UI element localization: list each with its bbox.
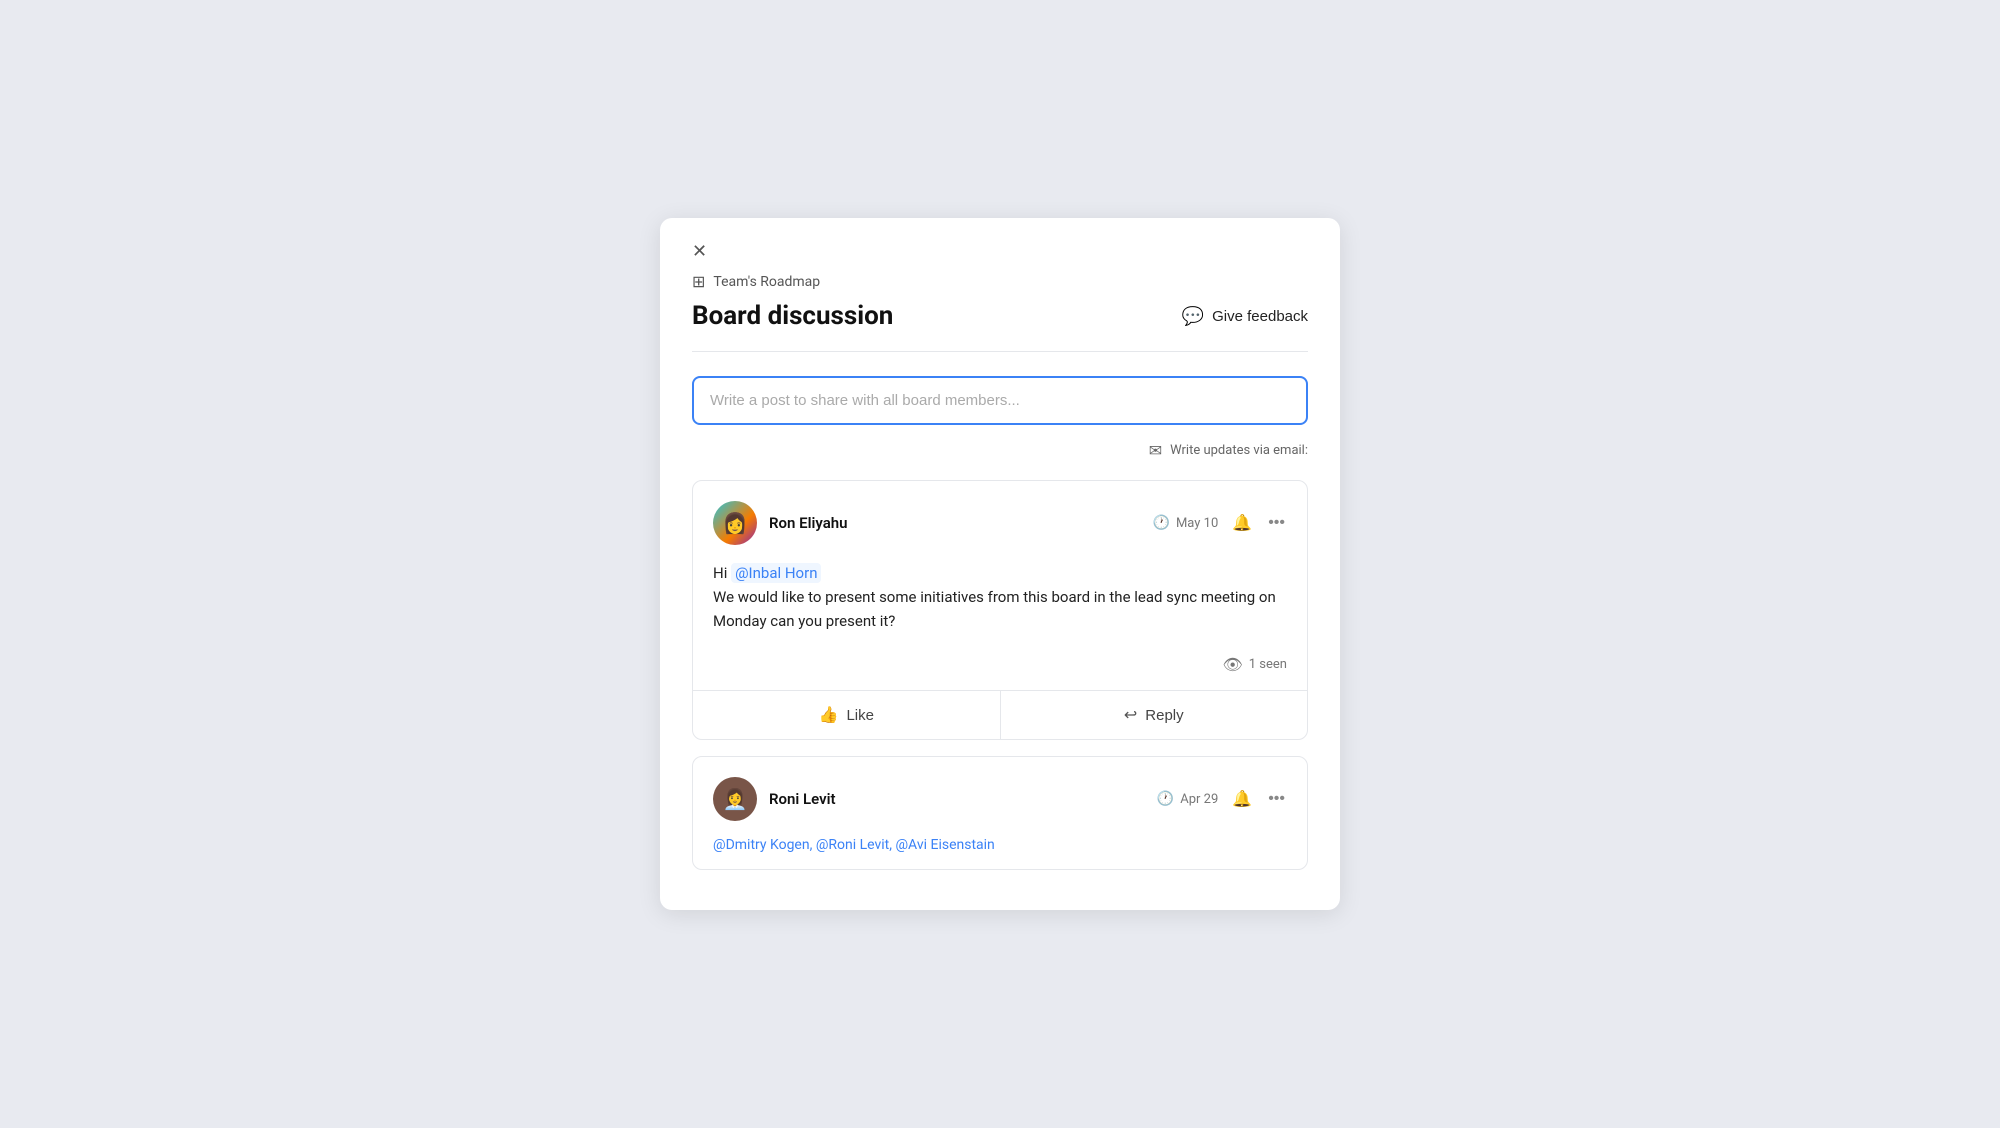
clock-icon-2: 🕐: [1157, 791, 1174, 807]
avatar-ron-emoji: 👩: [723, 511, 748, 535]
post-card-2-content: 👩‍💼 Roni Levit 🕐 Apr 29 🔔 ••: [693, 757, 1307, 869]
post-1-footer: 👍 Like ↩ Reply: [693, 690, 1307, 739]
more-icon-2: •••: [1268, 790, 1285, 807]
more-icon-1: •••: [1268, 514, 1285, 531]
post-card-2: 👩‍💼 Roni Levit 🕐 Apr 29 🔔 ••: [692, 756, 1308, 870]
post-2-actions-right: 🕐 Apr 29 🔔 •••: [1157, 787, 1287, 811]
post-2-meta: 👩‍💼 Roni Levit 🕐 Apr 29 🔔 ••: [713, 777, 1287, 821]
post-2-more-button[interactable]: •••: [1266, 788, 1287, 810]
bell-icon-2: 🔔: [1232, 791, 1252, 808]
board-discussion-modal: ✕ ⊞ Team's Roadmap Board discussion 💬 Gi…: [660, 218, 1340, 910]
title-row: Board discussion 💬 Give feedback: [692, 301, 1308, 352]
post-card-1-content: 👩 Ron Eliyahu 🕐 May 10 🔔 •••: [693, 481, 1307, 690]
post-2-date: 🕐 Apr 29: [1157, 791, 1218, 807]
clock-icon-1: 🕐: [1153, 515, 1170, 531]
like-button-1[interactable]: 👍 Like: [693, 691, 1001, 739]
post-card-1: 👩 Ron Eliyahu 🕐 May 10 🔔 •••: [692, 480, 1308, 740]
post-2-author: 👩‍💼 Roni Levit: [713, 777, 836, 821]
eye-icon-1: 👁: [1222, 655, 1242, 674]
post-1-body: We would like to present some initiative…: [713, 588, 1276, 630]
breadcrumb-icon: ⊞: [692, 272, 705, 291]
post-1-text: Hi @Inbal Horn We would like to present …: [713, 561, 1287, 633]
avatar-roni-emoji: 👩‍💼: [723, 787, 748, 811]
post-1-more-button[interactable]: •••: [1266, 512, 1287, 534]
like-label-1: Like: [846, 707, 874, 724]
reply-label-1: Reply: [1145, 707, 1183, 724]
bell-icon-1: 🔔: [1232, 515, 1252, 532]
email-icon: ✉: [1149, 441, 1162, 460]
post-1-seen-text: 1 seen: [1249, 657, 1287, 672]
like-icon-1: 👍: [819, 705, 839, 725]
feedback-icon: 💬: [1182, 306, 1204, 327]
post-1-author: 👩 Ron Eliyahu: [713, 501, 848, 545]
post-input-wrapper: [692, 376, 1308, 425]
post-1-bell-button[interactable]: 🔔: [1230, 511, 1254, 535]
post-1-author-name: Ron Eliyahu: [769, 514, 848, 532]
post-2-bell-button[interactable]: 🔔: [1230, 787, 1254, 811]
post-1-actions-right: 🕐 May 10 🔔 •••: [1153, 511, 1288, 535]
close-row: ✕: [692, 242, 1308, 260]
email-update-text: Write updates via email:: [1170, 443, 1308, 458]
close-icon: ✕: [692, 241, 707, 261]
post-1-mention[interactable]: @Inbal Horn: [731, 563, 821, 583]
post-2-date-text: Apr 29: [1180, 792, 1218, 807]
email-update-row: ✉ Write updates via email:: [692, 441, 1308, 460]
post-input[interactable]: [692, 376, 1308, 425]
reply-icon-1: ↩: [1124, 705, 1137, 725]
give-feedback-button[interactable]: 💬 Give feedback: [1182, 306, 1308, 327]
post-1-seen-row: 👁 1 seen: [713, 647, 1287, 674]
post-1-hi: Hi: [713, 564, 731, 582]
avatar-roni: 👩‍💼: [713, 777, 757, 821]
post-1-date: 🕐 May 10: [1153, 515, 1219, 531]
reply-button-1[interactable]: ↩ Reply: [1001, 691, 1308, 739]
post-1-meta: 👩 Ron Eliyahu 🕐 May 10 🔔 •••: [713, 501, 1287, 545]
post-2-author-name: Roni Levit: [769, 790, 836, 808]
modal-header: ✕ ⊞ Team's Roadmap Board discussion 💬 Gi…: [660, 218, 1340, 352]
give-feedback-label: Give feedback: [1212, 308, 1308, 325]
breadcrumb-text: Team's Roadmap: [713, 274, 820, 290]
post-2-mentions: @Dmitry Kogen, @Roni Levit, @Avi Eisenst…: [713, 837, 1287, 853]
page-title: Board discussion: [692, 301, 893, 331]
post-1-date-text: May 10: [1176, 516, 1218, 531]
avatar-ron: 👩: [713, 501, 757, 545]
close-button[interactable]: ✕: [692, 242, 707, 260]
breadcrumb: ⊞ Team's Roadmap: [692, 272, 1308, 291]
modal-body: ✉ Write updates via email: 👩 Ron Eliyahu…: [660, 352, 1340, 910]
